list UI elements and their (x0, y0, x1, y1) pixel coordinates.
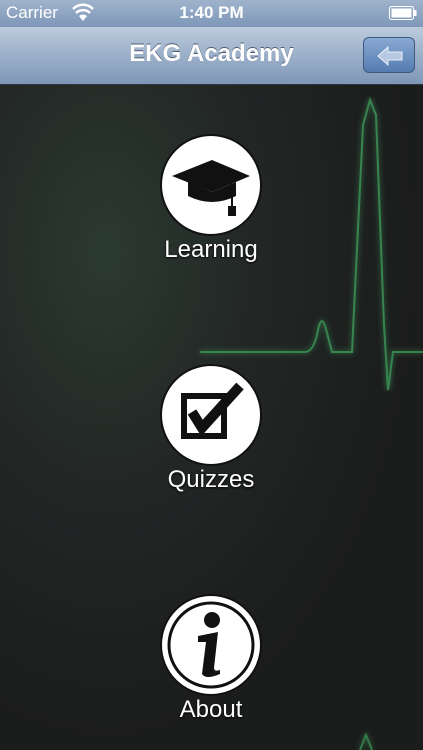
menu-item-learning[interactable]: Learning (111, 136, 311, 264)
about-label: About (179, 696, 243, 723)
page-title: EKG Academy (129, 40, 294, 67)
status-bar: Carrier 1:40 PM (0, 0, 423, 27)
main-content: Learning Quizzes About (0, 85, 423, 750)
about-button[interactable] (162, 596, 260, 694)
back-button[interactable] (363, 37, 415, 73)
arrow-left-icon (377, 45, 403, 67)
quizzes-label: Quizzes (167, 466, 255, 493)
menu-item-about[interactable]: About (111, 596, 311, 724)
status-time: 1:40 PM (179, 3, 244, 22)
learning-button[interactable] (162, 136, 260, 234)
graduation-cap-icon (172, 160, 250, 216)
info-icon (167, 601, 255, 689)
learning-label: Learning (164, 236, 258, 263)
menu-item-quizzes[interactable]: Quizzes (111, 366, 311, 494)
navigation-bar: EKG Academy (0, 27, 423, 85)
battery-icon (389, 6, 417, 20)
quizzes-button[interactable] (162, 366, 260, 464)
checkbox-icon (181, 382, 244, 439)
